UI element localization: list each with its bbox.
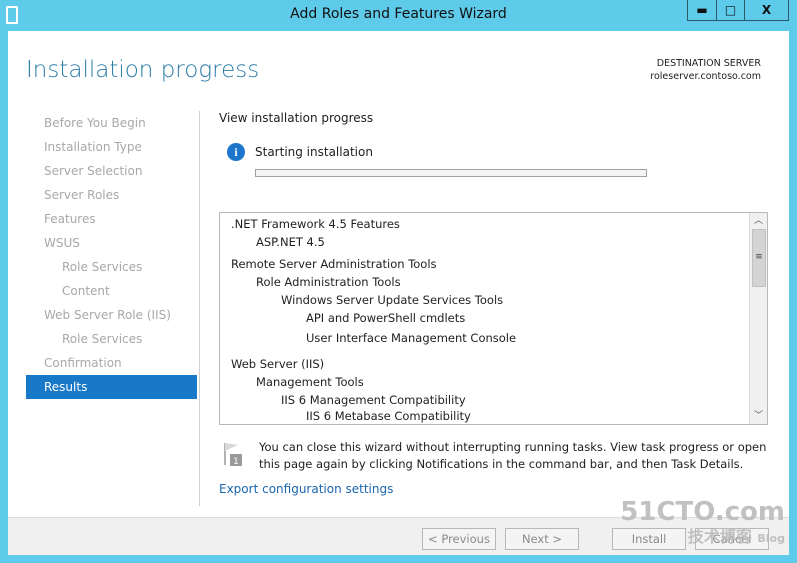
feature-list-item: API and PowerShell cmdlets (306, 311, 466, 325)
feature-list-item: ASP.NET 4.5 (256, 235, 325, 249)
sidebar-item-web-server-role[interactable]: Web Server Role (IIS) (26, 303, 197, 327)
minimize-button[interactable]: ▬ (688, 0, 716, 20)
previous-button[interactable]: < Previous (422, 528, 496, 550)
sidebar-item-wsus[interactable]: WSUS (26, 231, 197, 255)
sidebar-item-server-roles[interactable]: Server Roles (26, 183, 197, 207)
sidebar-item-results[interactable]: Results (26, 375, 197, 399)
next-button[interactable]: Next > (505, 528, 579, 550)
scroll-down-icon[interactable]: ﹀ (750, 408, 767, 424)
window-title: Add Roles and Features Wizard (290, 6, 507, 22)
sidebar-item-wsus-role-services[interactable]: Role Services (26, 255, 197, 279)
feature-list: .NET Framework 4.5 Features ASP.NET 4.5 Re… (219, 212, 768, 425)
sidebar-item-content[interactable]: Content (26, 279, 197, 303)
feature-list-item: Web Server (IIS) (231, 357, 325, 371)
feature-list-item: Role Administration Tools (256, 275, 401, 289)
feature-list-item: IIS 6 Metabase Compatibility (306, 409, 471, 423)
view-progress-label: View installation progress (219, 111, 374, 125)
wizard-window: Installation progress DESTINATION SERVER… (8, 31, 789, 555)
scroll-up-icon[interactable]: ︿ (750, 213, 767, 229)
scrollbar[interactable]: ︿ ≡ ﹀ (749, 213, 767, 424)
sidebar-nav: Before You Begin Installation Type Serve… (26, 111, 197, 399)
notification-flag-icon: 1 (224, 443, 242, 467)
sidebar-item-confirmation[interactable]: Confirmation (26, 351, 197, 375)
export-configuration-link[interactable]: Export configuration settings (219, 482, 393, 496)
info-icon: i (227, 143, 245, 161)
sidebar-item-features[interactable]: Features (26, 207, 197, 231)
feature-list-item: Management Tools (256, 375, 364, 389)
destination-label: DESTINATION SERVER (656, 58, 761, 69)
sidebar-item-before-you-begin[interactable]: Before You Begin (26, 111, 197, 135)
sidebar-item-server-selection[interactable]: Server Selection (26, 159, 197, 183)
sidebar-item-installation-type[interactable]: Installation Type (26, 135, 197, 159)
scroll-thumb[interactable]: ≡ (752, 229, 766, 287)
info-note: You can close this wizard without interr… (259, 440, 767, 471)
feature-list-item: Windows Server Update Services Tools (281, 293, 504, 307)
status-text: Starting installation (255, 145, 373, 159)
feature-list-item: User Interface Management Console (306, 331, 517, 345)
page-title: Installation progress (26, 57, 260, 83)
feature-list-item: .NET Framework 4.5 Features (231, 217, 400, 231)
destination-server-name: roleserver.contoso.com (650, 71, 761, 82)
svg-text:1: 1 (233, 457, 239, 467)
maximize-button[interactable]: □ (716, 0, 744, 20)
feature-list-item: Remote Server Administration Tools (231, 257, 437, 271)
divider (199, 111, 200, 506)
watermark-logo: 51CTO.com 技术博客 Blog (620, 497, 785, 546)
feature-list-item: IIS 6 Management Compatibility (281, 393, 466, 407)
close-button[interactable]: X (744, 0, 788, 20)
progress-bar (255, 169, 647, 177)
destination-server: DESTINATION SERVER roleserver.contoso.co… (650, 57, 761, 83)
title-bar: Add Roles and Features Wizard ▬ □ X (0, 0, 797, 31)
sidebar-item-iis-role-services[interactable]: Role Services (26, 327, 197, 351)
